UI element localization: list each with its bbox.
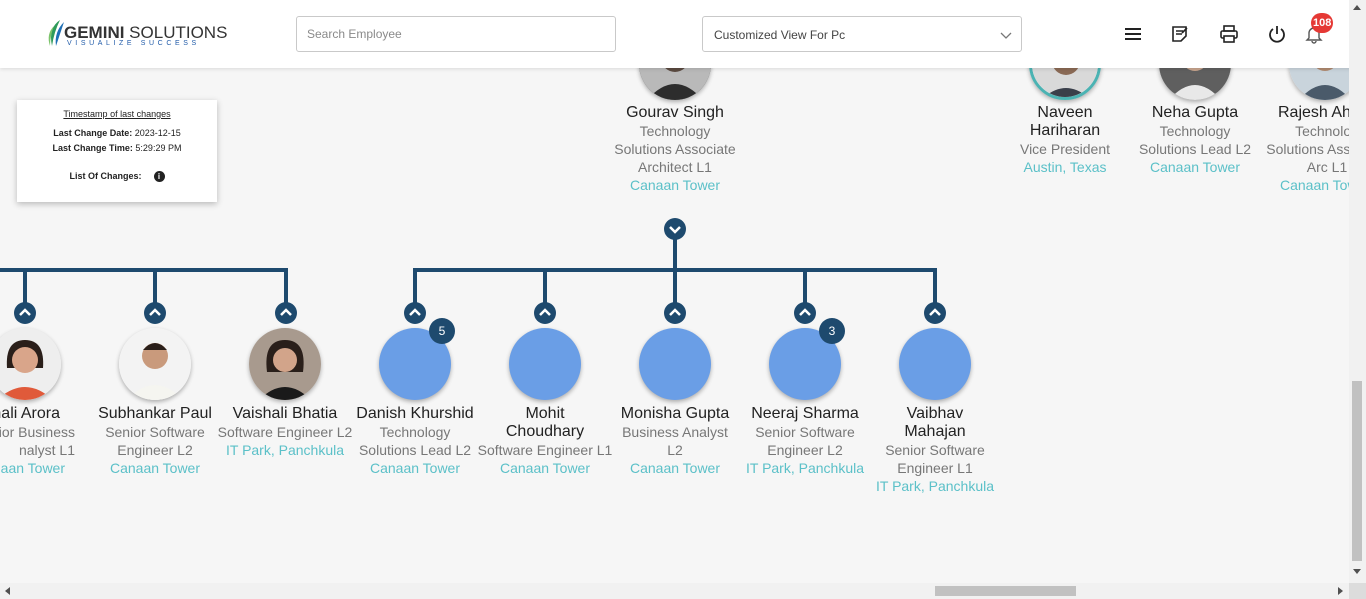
- employee-card-neeraj-sharma[interactable]: Neeraj Sharma Senior Software Engineer L…: [735, 405, 875, 477]
- employee-location: IT Park, Panchkula: [225, 442, 345, 458]
- last-change-date: Last Change Date: 2023-12-15: [53, 128, 181, 138]
- employee-card-vaibhav-mahajan[interactable]: Vaibhav Mahajan Senior Software Engineer…: [865, 405, 1005, 495]
- avatar-placeholder[interactable]: [509, 328, 581, 400]
- collapse-toggle-icon[interactable]: [664, 218, 686, 240]
- employee-name: Mohit Choudhary: [505, 405, 585, 440]
- scroll-down-arrow-icon[interactable]: [1353, 569, 1361, 574]
- employee-role: Technology Solutions Lead L2: [1138, 123, 1252, 157]
- employee-name: Monisha Gupta: [620, 405, 730, 422]
- employee-name: Vaishali Bhatia: [232, 405, 338, 422]
- reports-count-badge[interactable]: 5: [429, 318, 455, 344]
- scroll-left-arrow-icon[interactable]: [5, 587, 10, 595]
- horizontal-scroll-thumb[interactable]: [935, 586, 1076, 596]
- employee-name: Gourav Singh: [626, 104, 724, 121]
- employee-location: Canaan Tower: [109, 460, 201, 476]
- view-select-dropdown[interactable]: Customized View For Pc: [702, 16, 1022, 52]
- info-icon[interactable]: i: [153, 171, 165, 183]
- expand-up-icon[interactable]: [794, 302, 816, 324]
- notes-icon[interactable]: [1170, 24, 1190, 44]
- employee-card-mohit-choudhary[interactable]: Mohit Choudhary Software Engineer L1 Can…: [475, 405, 615, 477]
- last-change-time: Last Change Time: 5:29:29 PM: [52, 143, 182, 153]
- employee-card-vaishali-bhatia[interactable]: Vaishali Bhatia Software Engineer L2 IT …: [215, 405, 355, 459]
- employee-location: Canaan Tow: [1280, 177, 1349, 193]
- employee-card-gourav-singh[interactable]: Gourav Singh Technology Solutions Associ…: [605, 104, 745, 194]
- employee-card-subhankar-paul[interactable]: Subhankar Paul Senior Software Engineer …: [85, 405, 225, 477]
- employee-name: Neeraj Sharma: [751, 405, 859, 422]
- employee-role: Software Engineer L2: [217, 424, 353, 440]
- list-of-changes: List Of Changes: i: [17, 171, 217, 183]
- scroll-up-arrow-icon[interactable]: [1353, 5, 1361, 10]
- avatar[interactable]: [249, 328, 321, 400]
- employee-location: Canaan Tower: [629, 460, 721, 476]
- employee-location: Canaan Tower: [1149, 159, 1241, 175]
- timestamp-card: Timestamp of last changes Last Change Da…: [17, 100, 217, 202]
- employee-role: Senior Software Engineer L2: [755, 424, 855, 458]
- chevron-down-icon: [1000, 32, 1012, 39]
- employee-card-rajesh[interactable]: Rajesh Ah Technolog Solutions Associate …: [1262, 104, 1349, 194]
- employee-role: Senior Software Engineer L1: [885, 442, 985, 476]
- employee-name: Naveen Hariharan: [1029, 104, 1101, 139]
- avatar-placeholder[interactable]: [899, 328, 971, 400]
- vertical-scroll-thumb[interactable]: [1352, 381, 1362, 561]
- employee-role: Business Analyst L2: [622, 424, 728, 458]
- reports-count-badge[interactable]: 3: [819, 318, 845, 344]
- top-header: GEMINI SOLUTIONS VISUALIZE SUCCESS Custo…: [0, 0, 1366, 68]
- employee-card-neha-gupta[interactable]: Neha Gupta Technology Solutions Lead L2 …: [1125, 104, 1265, 176]
- notification-badge[interactable]: 108: [1311, 13, 1334, 33]
- employee-name: Subhankar Paul: [98, 405, 212, 422]
- search-employee-input[interactable]: [296, 16, 616, 52]
- employee-name: Danish Khurshid: [356, 405, 474, 422]
- employee-location: aan Tower: [0, 460, 65, 476]
- employee-location: Austin, Texas: [1023, 159, 1107, 175]
- menu-icon[interactable]: [1123, 24, 1143, 44]
- logo-tagline: VISUALIZE SUCCESS: [67, 40, 200, 47]
- expand-up-icon[interactable]: [664, 302, 686, 324]
- horizontal-scrollbar[interactable]: [0, 583, 1349, 599]
- view-select-value: Customized View For Pc: [714, 28, 846, 42]
- expand-up-icon[interactable]: [14, 302, 36, 324]
- employee-location: IT Park, Panchkula: [745, 460, 865, 476]
- scroll-right-arrow-icon[interactable]: [1338, 587, 1343, 595]
- employee-role: Vice President: [1019, 141, 1110, 157]
- employee-role: ior Business nalyst L1: [0, 424, 75, 458]
- print-icon[interactable]: [1219, 24, 1239, 44]
- expand-up-icon[interactable]: [144, 302, 166, 324]
- company-logo[interactable]: GEMINI SOLUTIONS VISUALIZE SUCCESS: [46, 17, 227, 51]
- employee-card-monisha-gupta[interactable]: Monisha Gupta Business Analyst L2 Canaan…: [605, 405, 745, 477]
- avatar[interactable]: [119, 328, 191, 400]
- employee-role: Technolog Solutions Associate Arc L1: [1266, 123, 1349, 175]
- employee-card-arora[interactable]: nali Arora ior Business nalyst L1 aan To…: [0, 405, 95, 477]
- employee-card-naveen-hariharan[interactable]: Naveen Hariharan Vice President Austin, …: [995, 104, 1135, 176]
- vertical-scrollbar[interactable]: [1349, 0, 1366, 583]
- expand-up-icon[interactable]: [275, 302, 297, 324]
- avatar-placeholder[interactable]: [639, 328, 711, 400]
- expand-up-icon[interactable]: [924, 302, 946, 324]
- employee-location: IT Park, Panchkula: [875, 478, 995, 494]
- power-icon[interactable]: [1267, 24, 1287, 44]
- employee-name: Neha Gupta: [1151, 104, 1239, 121]
- employee-location: Canaan Tower: [369, 460, 461, 476]
- employee-role: Software Engineer L1: [477, 442, 613, 458]
- employee-role: Technology Solutions Associate Architect…: [614, 123, 736, 175]
- employee-location: Canaan Tower: [629, 177, 721, 193]
- employee-name: nali Arora: [0, 405, 60, 422]
- scrollbar-corner: [1349, 583, 1366, 599]
- employee-role: Technology Solutions Lead L2: [358, 424, 472, 458]
- expand-up-icon[interactable]: [534, 302, 556, 324]
- employee-role: Senior Software Engineer L2: [105, 424, 205, 458]
- employee-name: Rajesh Ah: [1278, 104, 1349, 121]
- timestamp-title: Timestamp of last changes: [63, 109, 171, 119]
- employee-name: Vaibhav Mahajan: [904, 405, 966, 440]
- expand-up-icon[interactable]: [404, 302, 426, 324]
- employee-card-danish-khurshid[interactable]: Danish Khurshid Technology Solutions Lea…: [345, 405, 485, 477]
- employee-location: Canaan Tower: [499, 460, 591, 476]
